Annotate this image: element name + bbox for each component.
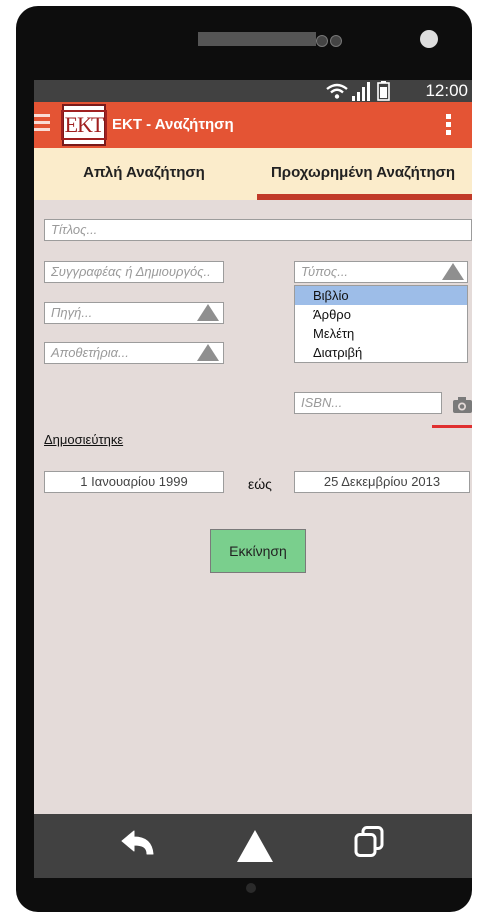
navigation-bar	[34, 814, 472, 878]
battery-icon	[377, 81, 390, 101]
type-option-thesis[interactable]: Διατριβή	[295, 343, 467, 362]
isbn-input[interactable]: ISBN...	[294, 392, 442, 414]
start-button[interactable]: Εκκίνηση	[210, 529, 306, 573]
date-to-input[interactable]: 25 Δεκεμβρίου 2013	[294, 471, 470, 493]
type-option-article[interactable]: Άρθρο	[295, 305, 467, 324]
date-from-input[interactable]: 1 Ιανουαρίου 1999	[44, 471, 224, 493]
screen: 12:00 ΕΚΤ ΕΚΤ - Αναζήτηση Απλή Αναζήτηση…	[34, 80, 472, 814]
phone-home-button	[246, 883, 256, 893]
until-label: εώς	[248, 476, 272, 492]
phone-speaker	[198, 32, 316, 46]
overflow-menu-icon[interactable]	[446, 114, 452, 138]
recents-icon[interactable]	[354, 826, 384, 858]
back-icon[interactable]	[120, 830, 156, 860]
app-bar: ΕΚΤ ΕΚΤ - Αναζήτηση	[34, 102, 472, 148]
title-input[interactable]: Τίτλος...	[44, 219, 472, 241]
isbn-scan-indicator	[432, 425, 472, 428]
logo-text: ΕΚΤ	[60, 110, 108, 140]
type-option-book[interactable]: Βιβλίο	[295, 286, 467, 305]
wifi-icon	[326, 83, 348, 99]
ekt-logo: ΕΚΤ	[60, 104, 108, 146]
type-option-study[interactable]: Μελέτη	[295, 324, 467, 343]
tab-advanced-search[interactable]: Προχωρημένη Αναζήτηση	[254, 148, 472, 200]
author-input[interactable]: Συγγραφέας ή Δημιουργός..	[44, 261, 224, 283]
repository-dropdown-arrow-icon[interactable]	[197, 344, 219, 361]
source-dropdown-arrow-icon[interactable]	[197, 304, 219, 321]
published-label: Δημοσιεύτηκε	[44, 432, 124, 447]
home-icon[interactable]	[237, 830, 273, 862]
front-camera	[420, 30, 438, 48]
type-dropdown-list: Βιβλίο Άρθρο Μελέτη Διατριβή	[294, 285, 468, 363]
phone-sensors	[316, 34, 344, 52]
signal-icon	[352, 82, 370, 101]
status-time: 12:00	[425, 81, 468, 100]
status-bar: 12:00	[34, 80, 472, 102]
camera-icon[interactable]	[453, 396, 472, 414]
active-tab-indicator	[257, 194, 472, 200]
tab-bar: Απλή Αναζήτηση Προχωρημένη Αναζήτηση	[34, 148, 472, 200]
type-dropdown-arrow-icon[interactable]	[442, 263, 464, 280]
tab-simple-search[interactable]: Απλή Αναζήτηση	[34, 148, 254, 200]
app-title: ΕΚΤ - Αναζήτηση	[112, 116, 234, 133]
hamburger-icon[interactable]	[34, 114, 50, 135]
